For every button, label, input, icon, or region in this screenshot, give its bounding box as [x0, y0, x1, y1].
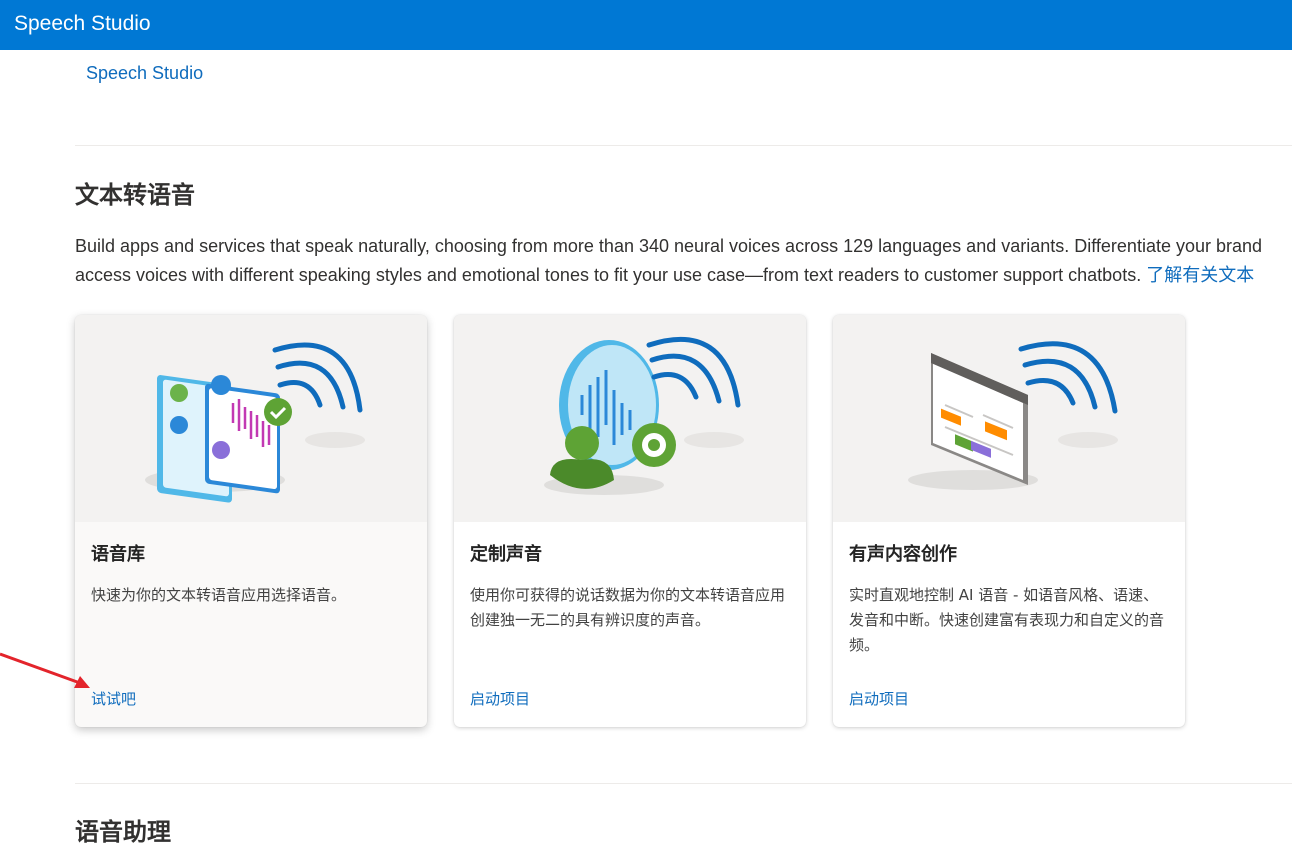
app-title[interactable]: Speech Studio	[14, 12, 151, 36]
learn-more-link[interactable]: 了解有关文本	[1146, 265, 1254, 285]
start-project-link[interactable]: 启动项目	[470, 688, 530, 709]
section-divider	[75, 145, 1292, 146]
card-title: 有声内容创作	[849, 544, 957, 565]
section-divider	[75, 783, 1292, 784]
card-voice-gallery[interactable]: 语音库 快速为你的文本转语音应用选择语音。 试试吧	[75, 315, 427, 727]
section-description: Build apps and services that speak natur…	[75, 232, 1292, 290]
card-custom-voice[interactable]: 定制声音 使用你可获得的说话数据为你的文本转语音应用创建独一无二的具有辨识度的声…	[454, 315, 806, 727]
card-title: 语音库	[91, 544, 145, 565]
card-description: 快速为你的文本转语音应用选择语音。	[91, 586, 347, 604]
voice-gallery-illustration	[75, 315, 427, 522]
card-description: 使用你可获得的说话数据为你的文本转语音应用创建独一无二的具有辨识度的声音。	[470, 586, 786, 629]
description-line-1: Build apps and services that speak natur…	[75, 236, 1263, 256]
audio-content-creation-illustration	[833, 315, 1185, 522]
description-line-2: access voices with different speaking st…	[75, 261, 1292, 290]
start-project-link[interactable]: 启动项目	[849, 688, 909, 709]
custom-voice-illustration	[454, 315, 806, 522]
description-line-2-text: access voices with different speaking st…	[75, 265, 1147, 285]
annotation-arrow-icon	[0, 652, 90, 688]
card-title: 定制声音	[470, 544, 542, 565]
card-description: 实时直观地控制 AI 语音 - 如语音风格、语速、发音和中断。快速创建富有表现力…	[849, 586, 1165, 654]
card-audio-content-creation[interactable]: 有声内容创作 实时直观地控制 AI 语音 - 如语音风格、语速、发音和中断。快速…	[833, 315, 1185, 727]
top-bar: Speech Studio	[0, 0, 1292, 50]
breadcrumb[interactable]: Speech Studio	[86, 63, 203, 84]
section-title-tts: 文本转语音	[75, 181, 195, 209]
